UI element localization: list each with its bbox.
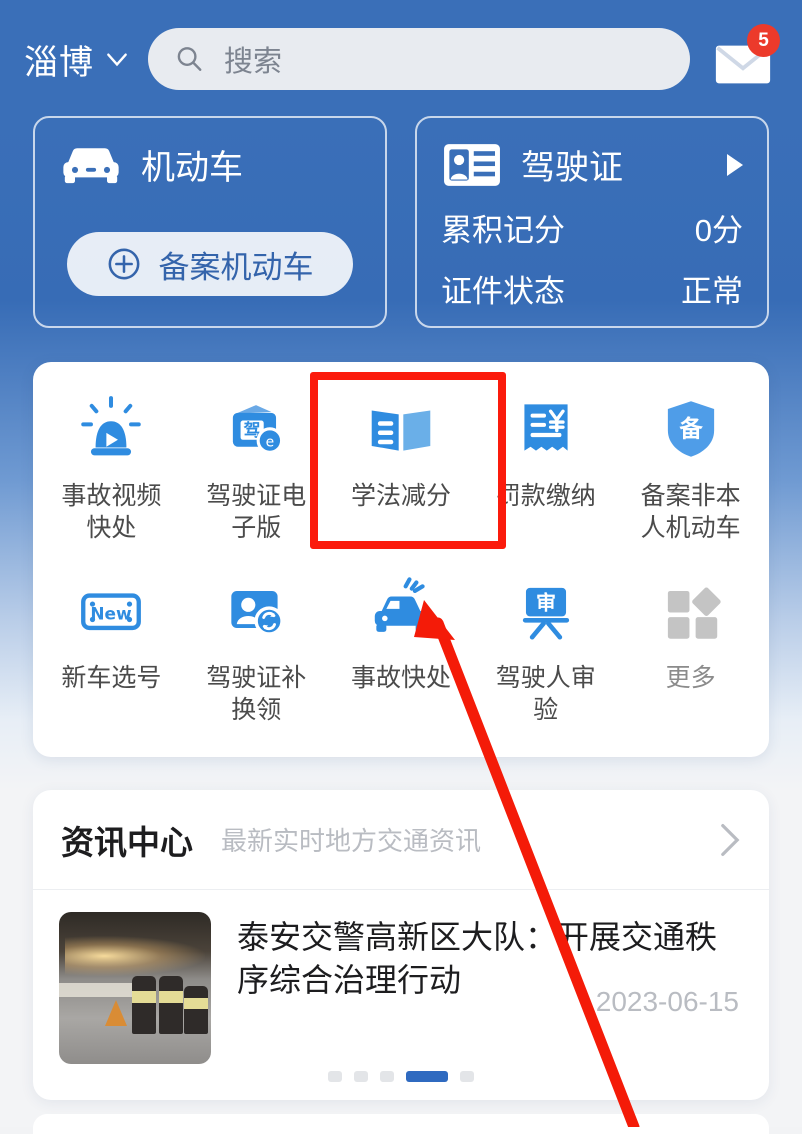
thumbnail-officer bbox=[159, 975, 184, 1034]
service-label: 罚款缴纳 bbox=[495, 482, 596, 510]
service-label: 驾驶证电 子版 bbox=[206, 482, 307, 542]
news-date: 2023-06-15 bbox=[595, 986, 739, 1017]
service-digital-license[interactable]: 驾 e 驾驶证电 子版 bbox=[184, 384, 329, 544]
svg-text:New: New bbox=[91, 603, 133, 623]
service-record-other-vehicle[interactable]: 备 备案非本 人机动车 bbox=[618, 384, 763, 544]
more-grid-icon bbox=[667, 587, 721, 639]
service-label: 驾驶人审验 bbox=[495, 664, 596, 724]
service-label: 学法减分 bbox=[350, 482, 451, 510]
service-license-replacement[interactable]: 驾驶证补 换领 bbox=[184, 566, 329, 726]
vehicle-card-header: 机动车 bbox=[59, 140, 361, 189]
license-points-label: 累积记分 bbox=[441, 213, 565, 248]
open-book-icon bbox=[371, 410, 431, 451]
news-thumbnail[interactable] bbox=[59, 912, 211, 1064]
license-card[interactable]: 驾驶证 累积记分 0分 证件状态 正常 bbox=[415, 116, 769, 328]
record-vehicle-label: 备案机动车 bbox=[158, 249, 314, 285]
pagination-dot[interactable] bbox=[328, 1071, 342, 1082]
id-card-icon bbox=[444, 143, 500, 186]
pagination-dot[interactable] bbox=[460, 1071, 474, 1082]
city-selector[interactable]: 淄博 bbox=[24, 35, 130, 84]
app-header: 淄博 搜索 5 bbox=[0, 0, 802, 118]
plus-circle-icon bbox=[108, 248, 139, 280]
city-label: 淄博 bbox=[24, 43, 94, 82]
license-status-value: 正常 bbox=[681, 274, 743, 309]
vehicle-card[interactable]: 机动车 备案机动车 bbox=[33, 116, 387, 328]
pagination-dot[interactable] bbox=[354, 1071, 368, 1082]
service-grid-row-1: 事故视频 快处 驾 e 驾驶证电 子版 学法减分 罚款缴纳 备 备案非本 人机动… bbox=[39, 384, 763, 544]
service-accident-quick-handling[interactable]: 事故快处 bbox=[329, 566, 474, 726]
license-status-label: 证件状态 bbox=[441, 274, 565, 309]
search-placeholder: 搜索 bbox=[224, 46, 283, 78]
service-driver-review[interactable]: 审 驾驶人审验 bbox=[473, 566, 618, 726]
svg-text:e: e bbox=[266, 435, 275, 451]
license-points-value: 0分 bbox=[694, 213, 743, 248]
shen-board-icon: 审 bbox=[522, 587, 569, 640]
service-label: 新车选号 bbox=[61, 664, 162, 692]
pagination-dot-active[interactable] bbox=[406, 1071, 448, 1082]
thumbnail-officer bbox=[183, 985, 208, 1034]
news-center-title: 资讯中心 bbox=[61, 823, 193, 861]
search-input[interactable]: 搜索 bbox=[148, 28, 690, 90]
news-pagination[interactable] bbox=[33, 1071, 769, 1082]
service-label: 事故快处 bbox=[350, 664, 451, 692]
svg-text:审: 审 bbox=[536, 590, 556, 614]
news-center-header[interactable]: 资讯中心 最新实时地方交通资讯 bbox=[33, 790, 769, 890]
svg-text:备: 备 bbox=[678, 416, 703, 443]
service-label: 更多 bbox=[665, 664, 716, 692]
license-card-header: 驾驶证 bbox=[441, 140, 743, 189]
thumbnail-light-glow bbox=[65, 936, 205, 976]
license-card-title: 驾驶证 bbox=[521, 149, 623, 187]
receipt-yuan-icon bbox=[524, 404, 568, 451]
thumbnail-traffic-cone bbox=[104, 1000, 127, 1027]
mail-button[interactable]: 5 bbox=[712, 24, 780, 88]
search-icon bbox=[177, 47, 202, 71]
service-grid-row-2: New 新车选号 驾驶证补 换领 事故快处 审 驾驶人审验 更多 bbox=[39, 566, 763, 726]
app-root: 淄博 搜索 5 机动车 备案机动车 驾驶证 累积记分 0分 证件状态 正常 事故… bbox=[0, 0, 802, 1134]
play-arrow-icon[interactable] bbox=[727, 153, 743, 176]
wallet-license-icon: 驾 e bbox=[233, 405, 284, 454]
license-points-row: 累积记分 0分 bbox=[441, 205, 743, 250]
pagination-dot[interactable] bbox=[380, 1071, 394, 1082]
news-center-card: 资讯中心 最新实时地方交通资讯 泰安交警高新区大队：开展交通秩序综合治理行动 2… bbox=[33, 790, 769, 1100]
service-fine-payment[interactable]: 罚款缴纳 bbox=[473, 384, 618, 544]
service-label: 备案非本 人机动车 bbox=[640, 482, 741, 542]
license-status-row: 证件状态 正常 bbox=[441, 266, 743, 311]
news-list: 泰安交警高新区大队：开展交通秩序综合治理行动 2023-06-15 bbox=[33, 890, 769, 1064]
service-grid: 事故视频 快处 驾 e 驾驶证电 子版 学法减分 罚款缴纳 备 备案非本 人机动… bbox=[33, 362, 769, 757]
service-more[interactable]: 更多 bbox=[618, 566, 763, 726]
chevron-down-icon bbox=[107, 53, 127, 67]
chevron-right-icon[interactable] bbox=[719, 822, 741, 858]
next-card-peek bbox=[33, 1114, 769, 1134]
siren-play-icon bbox=[81, 396, 142, 456]
shield-bei-icon: 备 bbox=[667, 401, 714, 457]
car-icon bbox=[63, 147, 119, 183]
vehicle-card-title: 机动车 bbox=[141, 149, 243, 187]
mail-badge: 5 bbox=[747, 24, 780, 57]
service-accident-video[interactable]: 事故视频 快处 bbox=[39, 384, 184, 544]
service-new-plate-selection[interactable]: New 新车选号 bbox=[39, 566, 184, 726]
plate-new-icon: New bbox=[81, 593, 142, 631]
service-label: 事故视频 快处 bbox=[61, 482, 162, 542]
crash-car-icon bbox=[374, 577, 428, 632]
service-study-law-reduce-points[interactable]: 学法减分 bbox=[329, 384, 474, 544]
service-label: 驾驶证补 换领 bbox=[206, 664, 307, 724]
thumbnail-officer bbox=[131, 975, 156, 1034]
summary-cards: 机动车 备案机动车 驾驶证 累积记分 0分 证件状态 正常 bbox=[33, 116, 769, 328]
record-vehicle-button[interactable]: 备案机动车 bbox=[67, 232, 353, 296]
news-center-subtitle: 最新实时地方交通资讯 bbox=[221, 826, 482, 856]
thumbnail-guardrail bbox=[59, 983, 139, 998]
person-refresh-icon bbox=[231, 590, 284, 636]
